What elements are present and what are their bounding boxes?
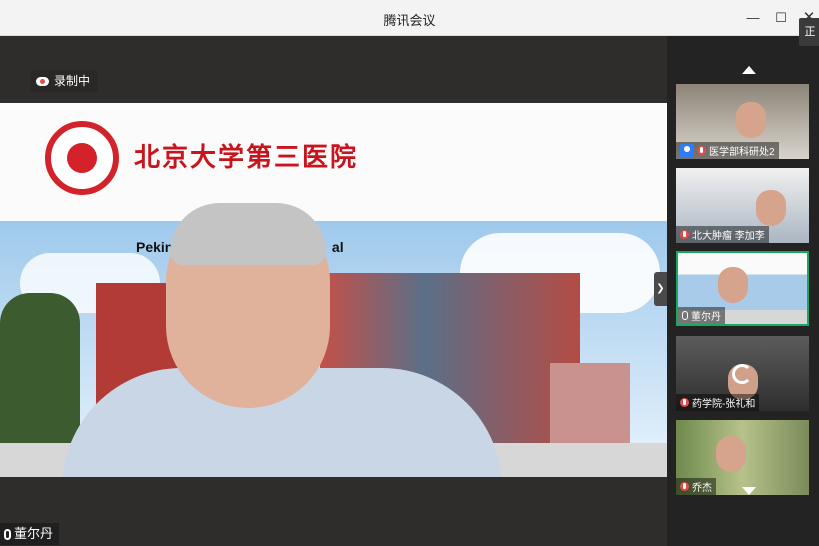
participant-label: 医学部科研处2 (676, 142, 779, 159)
participant-tile-active[interactable]: 董尔丹 (676, 251, 809, 326)
background-building (550, 363, 630, 443)
speaker-hair (170, 203, 326, 265)
participant-face (736, 102, 766, 138)
participant-label: 董尔丹 (678, 307, 725, 324)
microphone-icon (682, 311, 688, 320)
loading-icon (732, 364, 752, 384)
cloud-record-icon (36, 76, 49, 86)
speaker-video: 北京大学第三医院 Pekingal ☰ (0, 103, 667, 477)
recording-label: 录制中 (54, 74, 91, 88)
recording-badge[interactable]: 录制中 (30, 70, 99, 92)
maximize-icon[interactable]: ☐ (772, 9, 790, 27)
participant-tile[interactable]: 乔杰 (676, 420, 809, 495)
hospital-name: 北京大学第三医院 (134, 143, 359, 173)
user-icon (680, 143, 694, 158)
participant-label: 药学院-张礼和 (676, 394, 760, 411)
scroll-up-icon[interactable] (742, 66, 756, 74)
main-video-area: 录制中 北京大学第三医院 Pekingal ☰ 董尔丹 (0, 36, 667, 546)
participant-face (718, 267, 748, 303)
background-tree (0, 293, 80, 443)
hospital-banner: 北京大学第三医院 (0, 103, 667, 221)
hospital-logo (45, 121, 119, 195)
muted-mic-icon (680, 398, 689, 407)
speaker-name-tag: 董尔丹 (0, 523, 60, 545)
participant-tile[interactable]: 药学院-张礼和 (676, 336, 809, 411)
participant-face (756, 190, 786, 226)
muted-mic-icon (680, 230, 689, 239)
muted-mic-icon (697, 146, 706, 155)
title-bar: 腾讯会议 — ☐ ✕ (0, 0, 819, 36)
microphone-icon (4, 528, 11, 540)
participant-tile[interactable]: 北大肿瘤 李加李 (676, 168, 809, 243)
minimize-icon[interactable]: — (744, 9, 762, 27)
participant-tile[interactable]: 医学部科研处2 (676, 84, 809, 159)
participant-face (716, 436, 746, 472)
muted-mic-icon (680, 482, 689, 491)
window-title: 腾讯会议 (383, 13, 436, 28)
chevron-right-icon[interactable]: ❯ (654, 272, 667, 306)
edge-tag[interactable]: 正 (799, 18, 819, 46)
participant-label: 北大肿瘤 李加李 (676, 226, 769, 243)
speaker-name: 董尔丹 (14, 526, 54, 541)
participant-label: 乔杰 (676, 478, 716, 495)
scroll-down-icon[interactable] (742, 487, 756, 495)
